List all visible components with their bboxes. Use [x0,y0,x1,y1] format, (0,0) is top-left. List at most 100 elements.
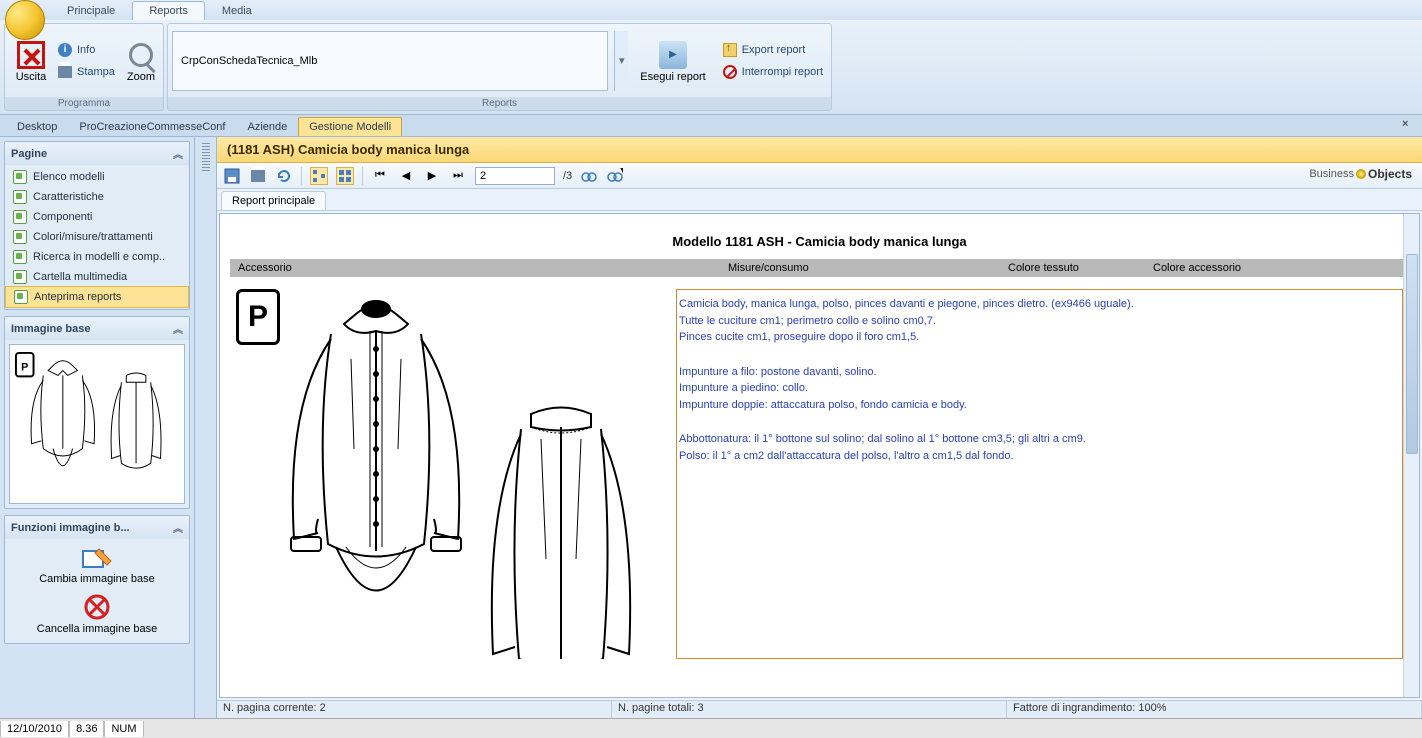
stampa-button[interactable]: Stampa [53,62,119,82]
ribbon-group-reports: CrpConSchedaTecnica_Mlb ▾ Esegui report … [167,23,832,111]
panel-funzioni: Funzioni immagine b... ︽ Cambia immagine… [4,515,190,644]
cambia-immagine-button[interactable]: Cambia immagine base [35,543,159,589]
desc-line: Tutte le cuciture cm1; perimetro collo e… [679,313,1400,330]
zoom-button[interactable]: Zoom [119,37,163,85]
esegui-report-button[interactable]: Esegui report [634,37,711,85]
grid-icon [338,169,352,183]
page-number-input[interactable] [475,167,555,185]
nav-anteprima-reports[interactable]: Anteprima reports [5,286,189,308]
status-page-total: N. pagine totali: 3 [612,701,1007,718]
report-name-field[interactable]: CrpConSchedaTecnica_Mlb [172,31,608,91]
toggle-groups-button[interactable] [310,167,328,185]
scrollbar-thumb[interactable] [1406,254,1418,454]
report-name-value: CrpConSchedaTecnica_Mlb [181,55,317,67]
ws-tab-aziende[interactable]: Aziende [236,117,298,136]
page-icon [14,290,28,304]
next-page-button[interactable]: ▶ [423,167,441,185]
info-button[interactable]: i Info [53,40,119,60]
vertical-scrollbar[interactable] [1403,214,1419,697]
garment-sketch: P [236,289,656,659]
nav-cartella-multimedia[interactable]: Cartella multimedia [5,267,189,287]
refresh-icon [276,168,292,184]
panel-title-funzioni: Funzioni immagine b... [11,522,130,534]
group-label-programma: Programma [5,97,163,110]
status-num: NUM [104,721,143,737]
find-button[interactable] [580,167,598,185]
export-tool-button[interactable] [223,167,241,185]
refresh-tool-button[interactable] [275,167,293,185]
nav-colori-misure[interactable]: Colori/misure/trattamenti [5,227,189,247]
splitter[interactable] [195,137,217,718]
first-page-button[interactable]: ⏮ [371,167,389,185]
col-colore-tessuto: Colore tessuto [1008,262,1153,274]
shirt-technical-drawing-icon [236,289,656,659]
ribbon-tab-reports[interactable]: Reports [132,1,205,20]
chevron-up-icon: ︽ [173,520,183,535]
desc-line: Polso: il 1° a cm2 dall'attaccatura del … [679,448,1400,465]
svg-text:▾: ▾ [620,168,623,176]
image-thumbnail[interactable]: P [9,344,185,504]
report-column-headers: Accessorio Misure/consumo Colore tessuto… [230,259,1409,277]
export-report-button[interactable]: Export report [718,40,827,60]
cancella-label: Cancella immagine base [37,623,157,635]
uscita-label: Uscita [16,71,47,83]
group-label-reports: Reports [168,97,831,110]
bo-text1: Business [1309,168,1354,180]
subtab-report-principale[interactable]: Report principale [221,191,326,210]
ws-tab-desktop[interactable]: Desktop [6,117,68,136]
report-body: P [230,289,1409,659]
business-objects-logo: Business Objects [1309,167,1412,181]
page-icon [13,190,27,204]
prev-page-button[interactable]: ◀ [397,167,415,185]
nav-label: Elenco modelli [33,171,105,183]
svg-text:P: P [21,361,28,373]
report-header: Modello 1181 ASH - Camicia body manica l… [230,234,1409,249]
export-icon [722,42,738,58]
p-badge: P [236,289,280,345]
cancella-immagine-button[interactable]: Cancella immagine base [33,589,161,639]
page-icon [13,170,27,184]
page-icon [13,230,27,244]
toggle-params-button[interactable] [336,167,354,185]
printer-icon [57,64,73,80]
report-viewport[interactable]: Modello 1181 ASH - Camicia body manica l… [219,213,1420,698]
panel-header-pagine[interactable]: Pagine ︽ [5,142,189,165]
nav-caratteristiche[interactable]: Caratteristiche [5,187,189,207]
ws-tab-procreazione[interactable]: ProCreazioneCommesseConf [68,117,236,136]
panel-header-funzioni[interactable]: Funzioni immagine b... ︽ [5,516,189,539]
panel-title-pagine: Pagine [11,148,47,160]
run-report-icon [657,39,689,71]
zoom-tool-button[interactable]: ▾ [606,167,624,185]
desc-line: Impunture doppie: attaccatura polso, fon… [679,397,1400,414]
nav-elenco-modelli[interactable]: Elenco modelli [5,167,189,187]
report-subtabs: Report principale [217,189,1422,211]
panel-header-immagine[interactable]: Immagine base ︽ [5,317,189,340]
panel-title-immagine: Immagine base [11,323,90,335]
panel-immagine-base: Immagine base ︽ P [4,316,190,509]
nav-ricerca[interactable]: Ricerca in modelli e comp.. [5,247,189,267]
bo-text2: Objects [1368,167,1412,181]
zoom-label: Zoom [127,71,155,83]
status-zoom: Fattore di ingrandimento: 100% [1007,701,1422,718]
desc-line: Impunture a filo: postone davanti, solin… [679,364,1400,381]
nav-label: Cartella multimedia [33,271,127,283]
zoom-icon [125,39,157,71]
last-page-button[interactable]: ⏭ [449,167,467,185]
workspace-tabstrip: Desktop ProCreazioneCommesseConf Aziende… [0,115,1422,137]
report-dropdown-button[interactable]: ▾ [614,31,628,91]
edit-image-icon [81,547,113,571]
page-icon [13,210,27,224]
export-label: Export report [742,44,806,56]
app-orb-button[interactable] [5,0,45,40]
ws-tab-gestione-modelli[interactable]: Gestione Modelli [298,117,402,136]
print-tool-button[interactable] [249,167,267,185]
uscita-button[interactable]: Uscita [9,37,53,85]
ribbon-tab-principale[interactable]: Principale [50,1,132,20]
save-icon [224,168,240,184]
interrompi-report-button[interactable]: Interrompi report [718,62,827,82]
chevron-up-icon: ︽ [173,321,183,336]
nav-componenti[interactable]: Componenti [5,207,189,227]
stampa-label: Stampa [77,66,115,78]
ws-close-button[interactable]: × [1402,118,1416,132]
ribbon-tab-media[interactable]: Media [205,1,269,20]
